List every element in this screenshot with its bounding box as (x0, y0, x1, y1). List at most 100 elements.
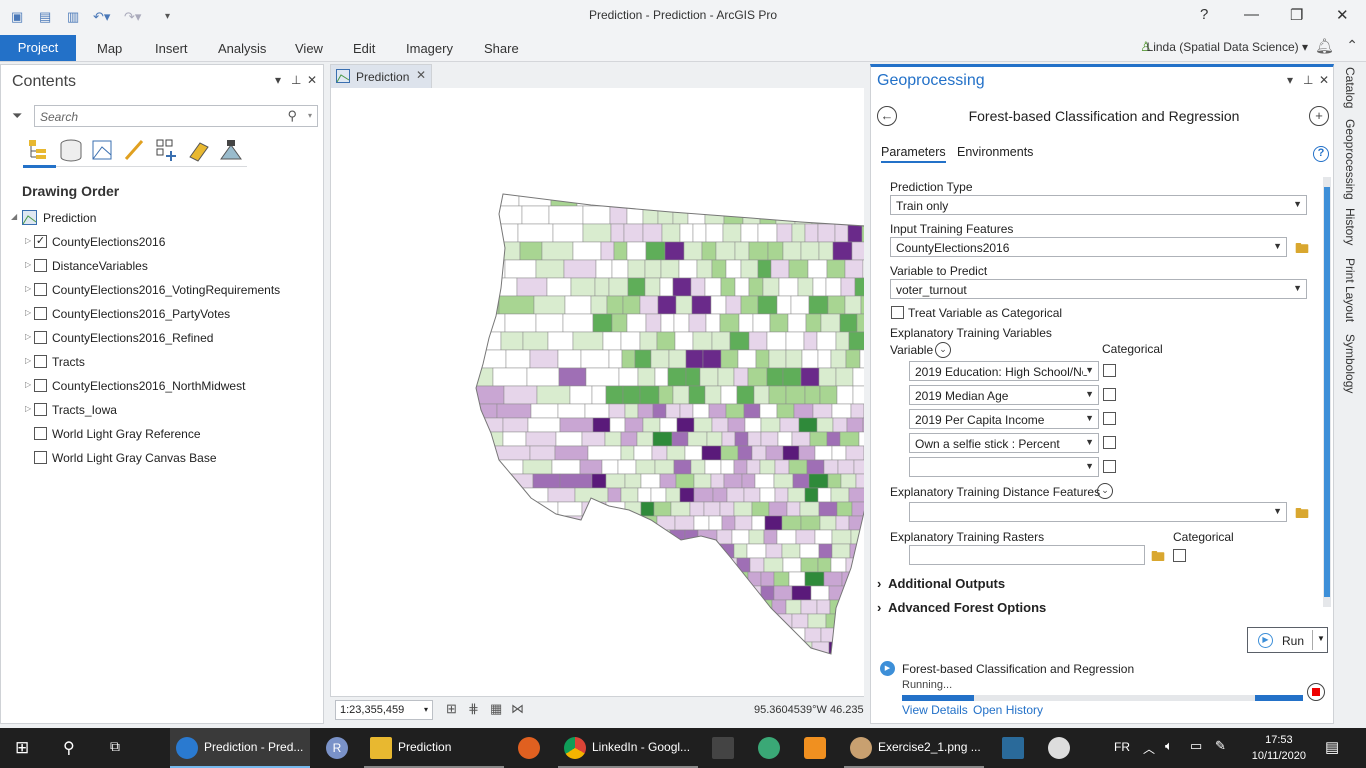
expand-icon[interactable]: ▷ (25, 308, 31, 317)
collapse-icon[interactable]: ◢ (11, 212, 17, 221)
taskbar-item-terminal[interactable] (706, 728, 746, 768)
layer-visibility-checkbox[interactable] (34, 331, 47, 344)
fixed-zoom-icon[interactable]: ⊞ (446, 701, 457, 717)
side-tab-history[interactable]: History (1343, 208, 1357, 245)
prediction-type-select[interactable]: Train only ▼ (890, 195, 1307, 215)
side-tab-symbology[interactable]: Symbology (1343, 334, 1357, 393)
stop-button[interactable] (1307, 683, 1325, 701)
dropdown-arrow-icon[interactable]: ▼ (1083, 437, 1094, 447)
county-choropleth-map[interactable] (331, 88, 864, 696)
navigator-icon[interactable]: ⋕ (468, 701, 479, 717)
explanatory-variable-select[interactable]: Own a selfie stick : Percent ▼ (909, 433, 1099, 453)
pin-icon[interactable]: ⊥ (291, 73, 301, 87)
list-by-perspective-icon[interactable] (218, 137, 244, 163)
rasters-input[interactable] (909, 545, 1145, 565)
variable-categorical-checkbox[interactable] (1103, 436, 1116, 449)
tab-analysis[interactable]: Analysis (218, 41, 266, 56)
windows-start-icon[interactable]: ⊞ (15, 738, 29, 758)
layer-visibility-checkbox[interactable] (34, 403, 47, 416)
search-icon[interactable]: ⚲ (287, 108, 297, 124)
expand-icon[interactable]: ▷ (25, 260, 31, 269)
distance-features-select[interactable]: ▼ (909, 502, 1287, 522)
side-tab-geoprocessing[interactable]: Geoprocessing (1343, 119, 1357, 200)
expand-icon[interactable]: ▷ (25, 380, 31, 389)
notifications-icon[interactable]: ▤ (1325, 738, 1339, 756)
tab-imagery[interactable]: Imagery (406, 41, 453, 56)
treat-categorical-checkbox[interactable] (891, 306, 904, 319)
expand-icon[interactable]: ▷ (25, 356, 31, 365)
pane-menu-icon[interactable]: ▾ (275, 73, 281, 87)
variable-categorical-checkbox[interactable] (1103, 460, 1116, 473)
maximize-button[interactable]: ❐ (1290, 6, 1303, 24)
browse-folder-icon[interactable]: 🖿 (1295, 238, 1309, 262)
dropdown-arrow-icon[interactable]: ▼ (1293, 283, 1302, 293)
snapping-icon[interactable]: ⋈ (511, 701, 524, 717)
grid-icon[interactable]: ▦ (490, 701, 502, 717)
variable-categorical-checkbox[interactable] (1103, 388, 1116, 401)
expand-icon[interactable]: ▷ (25, 404, 31, 413)
layer-visibility-checkbox[interactable] (34, 355, 47, 368)
layer-visibility-checkbox[interactable] (34, 427, 47, 440)
list-by-snapping-icon[interactable] (154, 137, 180, 163)
tab-environments[interactable]: Environments (957, 145, 1033, 159)
taskbar-item-app2[interactable] (752, 728, 792, 768)
close-button[interactable]: ✕ (1336, 6, 1349, 24)
geo-pin-icon[interactable]: ⊥ (1303, 73, 1313, 87)
dropdown-arrow-icon[interactable]: ▼ (1083, 413, 1094, 423)
dropdown-arrow-icon[interactable]: ▼ (1083, 461, 1094, 471)
search-options-icon[interactable]: ▾ (308, 111, 312, 120)
dropdown-arrow-icon[interactable]: ▼ (1083, 389, 1094, 399)
browse-folder-icon[interactable]: 🖿 (1151, 546, 1165, 570)
layer-visibility-checkbox[interactable] (34, 379, 47, 392)
tab-share[interactable]: Share (484, 41, 519, 56)
taskbar-item-explorer[interactable]: Prediction (364, 728, 504, 768)
explanatory-variable-select[interactable]: 2019 Per Capita Income ▼ (909, 409, 1099, 429)
user-account[interactable]: Linda (Spatial Data Science) ▾ (1147, 40, 1308, 54)
task-view-icon[interactable]: ⧉ (110, 738, 120, 755)
minimize-button[interactable]: — (1244, 6, 1259, 23)
raster-categorical-checkbox[interactable] (1173, 549, 1186, 562)
input-features-select[interactable]: CountyElections2016 ▼ (890, 237, 1287, 257)
scale-selector[interactable]: 1:23,355,459 ▾ (335, 700, 433, 720)
expand-icon[interactable]: ▷ (25, 236, 31, 245)
taskbar-item-sublime[interactable] (798, 728, 838, 768)
geo-pane-menu-icon[interactable]: ▾ (1287, 73, 1293, 87)
additional-outputs-expander[interactable]: › Additional Outputs (877, 576, 1005, 591)
side-tab-catalog[interactable]: Catalog (1343, 67, 1357, 108)
list-by-drawing-order-icon[interactable] (26, 137, 52, 163)
run-button[interactable]: ▶ Run ▼ (1247, 627, 1328, 653)
tab-map[interactable]: Map (97, 41, 122, 56)
status-play-icon[interactable]: ▶ (880, 661, 895, 676)
list-by-labeling-icon[interactable] (186, 137, 212, 163)
variable-expand-icon[interactable]: ⌄ (935, 342, 951, 358)
distance-expand-icon[interactable]: ⌄ (1097, 483, 1113, 499)
tab-insert[interactable]: Insert (155, 41, 188, 56)
scale-dropdown-icon[interactable]: ▾ (424, 705, 428, 714)
variable-categorical-checkbox[interactable] (1103, 412, 1116, 425)
taskbar-item-arcgis[interactable]: Prediction - Pred... (170, 728, 310, 768)
variable-categorical-checkbox[interactable] (1103, 364, 1116, 377)
layer-visibility-checkbox[interactable] (34, 259, 47, 272)
explanatory-variable-select[interactable]: ▼ (909, 457, 1099, 477)
view-details-link[interactable]: View Details (902, 703, 968, 717)
expand-icon[interactable]: ▷ (25, 284, 31, 293)
help-button[interactable]: ? (1200, 6, 1208, 23)
side-tab-print-layout[interactable]: Print Layout (1343, 258, 1357, 322)
tab-parameters[interactable]: Parameters (881, 145, 946, 163)
tray-chevron-icon[interactable]: ︿ (1143, 740, 1155, 757)
dropdown-arrow-icon[interactable]: ▼ (1083, 365, 1094, 375)
list-by-source-icon[interactable] (58, 137, 84, 163)
list-by-editing-icon[interactable] (122, 137, 148, 163)
dropdown-arrow-icon[interactable]: ▼ (1273, 241, 1282, 251)
browse-folder-icon[interactable]: 🖿 (1295, 503, 1309, 527)
search-input[interactable]: Search ⚲ ▾ (34, 105, 318, 127)
filter-icon[interactable]: ⏷ (12, 108, 22, 124)
scrollbar-thumb[interactable] (1324, 187, 1330, 597)
taskbar-clock[interactable]: 17:53 10/11/2020 (1252, 732, 1306, 764)
geo-close-icon[interactable]: ✕ (1319, 73, 1329, 87)
tab-edit[interactable]: Edit (353, 41, 375, 56)
advanced-options-expander[interactable]: › Advanced Forest Options (877, 600, 1046, 615)
taskbar-item-app3[interactable] (996, 728, 1036, 768)
volume-icon[interactable]: 🔈︎ (1165, 738, 1173, 754)
expand-icon[interactable]: ▷ (25, 332, 31, 341)
